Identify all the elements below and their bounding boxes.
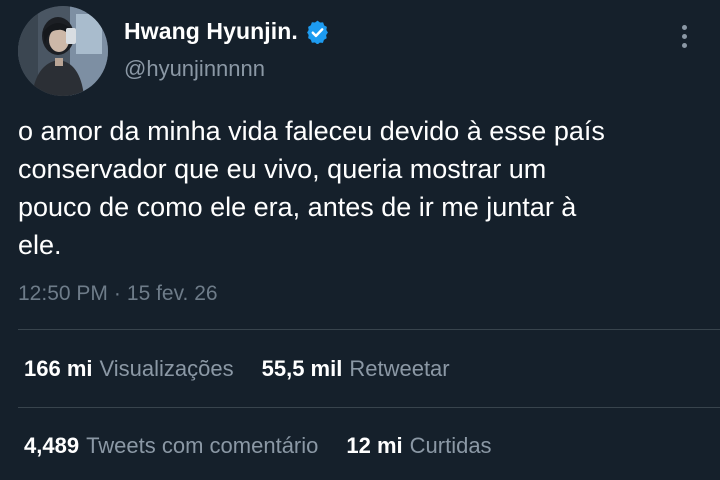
likes-count: 12 mi: [346, 433, 403, 458]
retweets-count: 55,5 mil: [261, 356, 343, 381]
divider: [18, 329, 720, 330]
stats-row-2: 4,489 Tweets com comentário 12 mi Curtid…: [24, 431, 492, 461]
more-dot: [681, 24, 687, 30]
profile-photo: [18, 6, 108, 96]
tweet-text: o amor da minha vida faleceu devido à es…: [18, 116, 605, 260]
views-stat[interactable]: 166 mi Visualizações: [24, 356, 234, 382]
likes-stat[interactable]: 12 mi Curtidas: [346, 433, 491, 459]
more-dot: [681, 42, 687, 48]
tweet-timestamp[interactable]: 12:50 PM · 15 fev. 26: [18, 282, 218, 306]
stats-row-1: 166 mi Visualizações 55,5 mil Retweetar: [24, 354, 450, 384]
timestamp-separator: ·: [113, 282, 121, 305]
quotes-label: Tweets com comentário: [86, 433, 319, 458]
more-vertical-icon[interactable]: [672, 20, 696, 52]
quotes-count: 4,489: [24, 433, 80, 458]
tweet-header: Hwang Hyunjin. @hyunjinnnnn: [0, 0, 720, 100]
retweets-stat[interactable]: 55,5 mil Retweetar: [262, 356, 450, 382]
verified-badge-icon: [306, 20, 328, 44]
name-row: Hwang Hyunjin.: [124, 16, 330, 46]
views-count: 166 mi: [24, 356, 93, 381]
user-handle[interactable]: @hyunjinnnnn: [124, 56, 265, 82]
tweet-time: 12:50 PM: [18, 282, 108, 305]
views-label: Visualizações: [99, 356, 234, 381]
avatar[interactable]: [18, 6, 108, 96]
likes-label: Curtidas: [409, 433, 492, 458]
display-name[interactable]: Hwang Hyunjin.: [124, 18, 298, 45]
divider: [18, 407, 720, 408]
tweet-date: 15 fev. 26: [126, 282, 218, 305]
quotes-stat[interactable]: 4,489 Tweets com comentário: [24, 433, 318, 459]
more-dot: [681, 33, 687, 39]
retweets-label: Retweetar: [349, 356, 450, 381]
